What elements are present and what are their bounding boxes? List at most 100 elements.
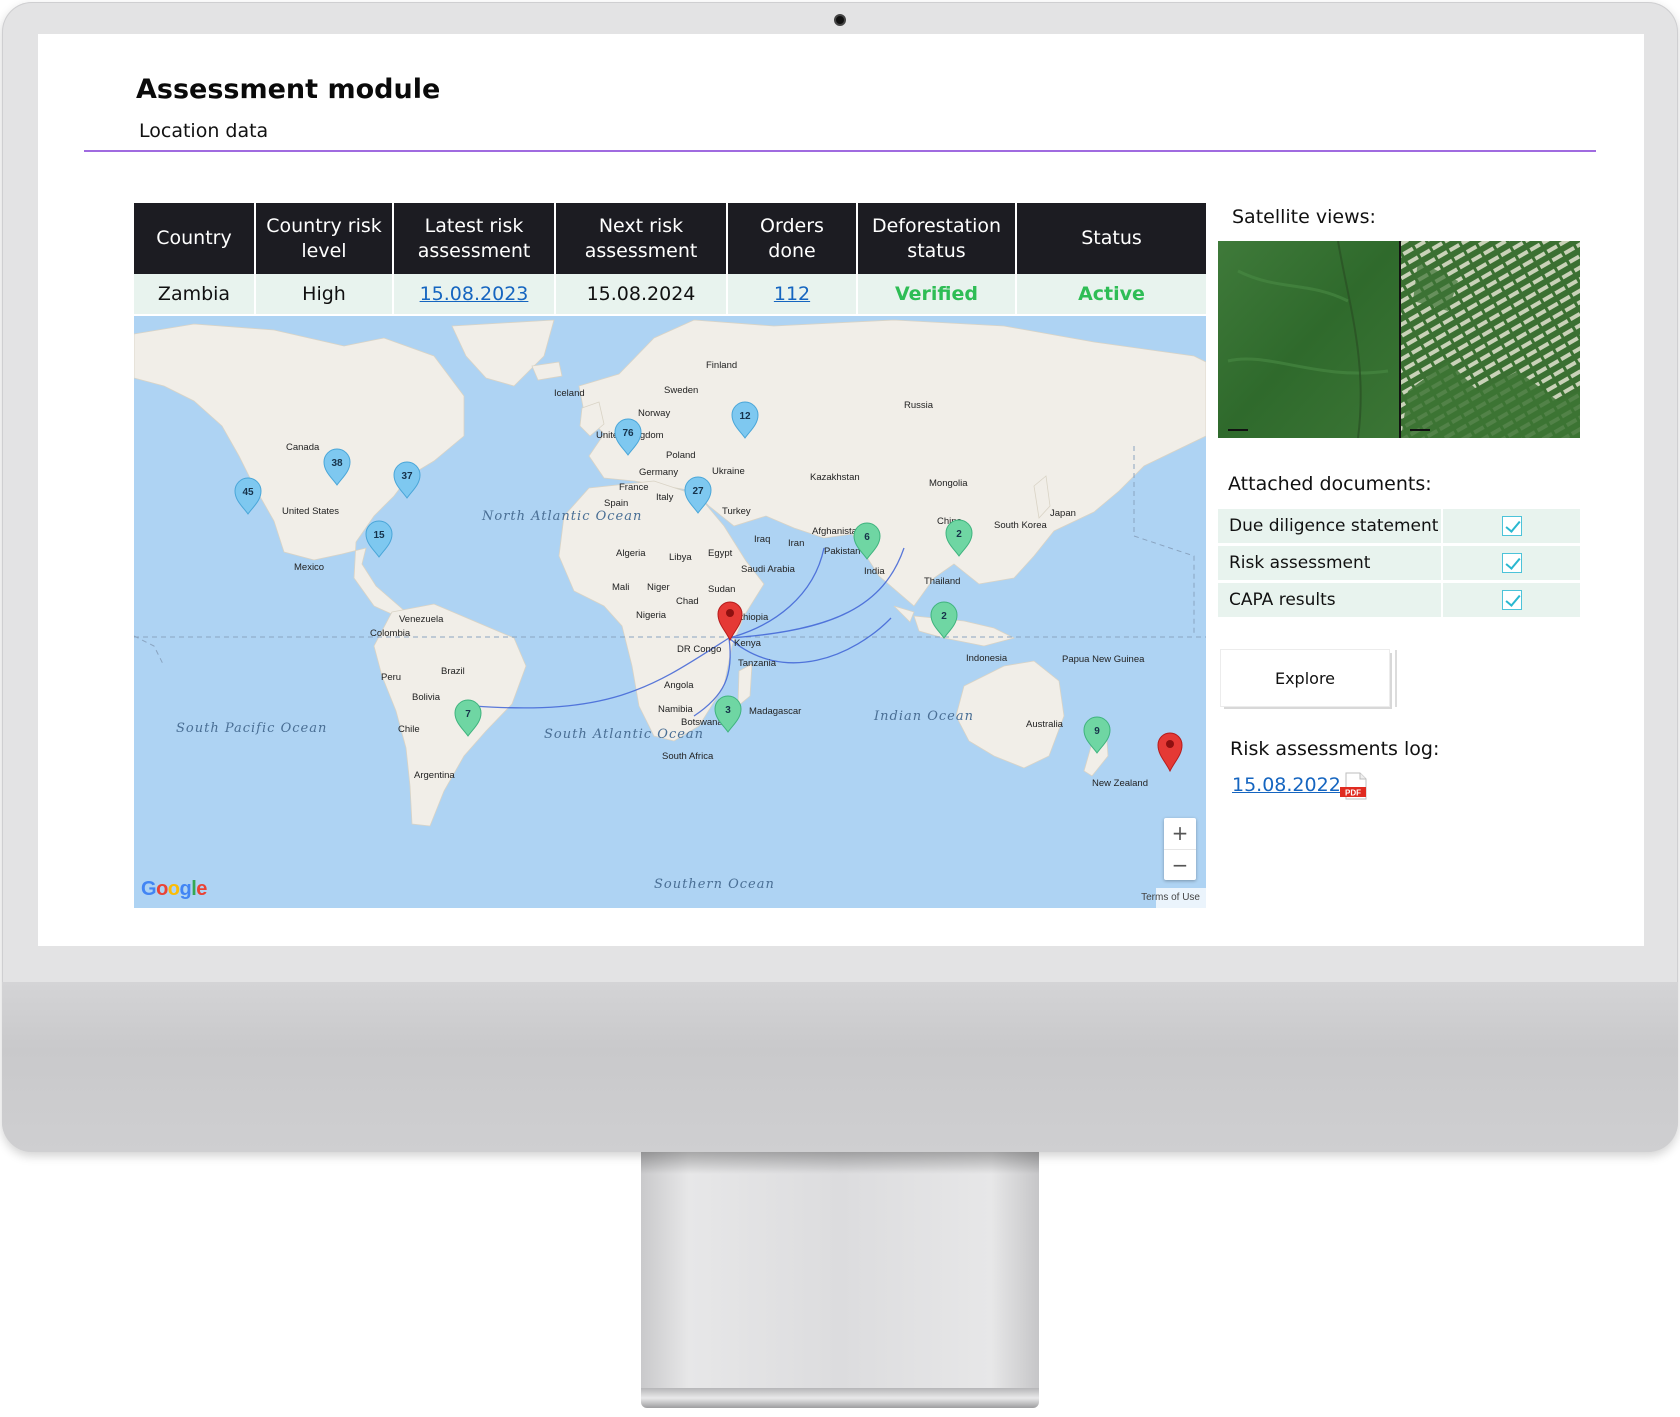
page-title: Assessment module <box>136 74 441 105</box>
map-label: Egypt <box>708 548 733 559</box>
map-label: Tanzania <box>738 658 777 669</box>
column-header-next-assessment: Next risk assessment <box>555 203 728 274</box>
map-label: Brazil <box>441 666 465 677</box>
document-checkbox[interactable] <box>1501 516 1522 536</box>
document-checkbox[interactable] <box>1501 553 1522 573</box>
map-label: Poland <box>666 450 696 461</box>
cluster-count: 12 <box>739 411 751 422</box>
map-ocean-label: North Atlantic Ocean <box>481 509 642 524</box>
cluster-marker[interactable]: 15 <box>365 520 393 558</box>
map-label: Iraq <box>754 534 770 545</box>
document-name: CAPA results <box>1218 583 1443 617</box>
cell-deforestation-status: Verified <box>857 274 1017 314</box>
map-label: Namibia <box>658 704 694 715</box>
screen: Assessment module Location data Country … <box>38 34 1644 946</box>
cell-latest-assessment: 15.08.2023 <box>393 274 556 314</box>
cell-next-assessment: 15.08.2024 <box>555 274 728 314</box>
document-name: Risk assessment <box>1218 546 1443 580</box>
map-label: Turkey <box>722 506 751 517</box>
cell-orders-done: 112 <box>727 274 858 314</box>
table-header-row: Country Country risk level Latest risk a… <box>134 203 1206 274</box>
terms-of-use-link[interactable]: Terms of Use <box>1141 892 1200 903</box>
cluster-marker[interactable]: 37 <box>393 461 421 499</box>
map-label: Mali <box>612 582 629 593</box>
cluster-count: 2 <box>941 611 947 622</box>
map-zoom-control: + − <box>1164 818 1196 880</box>
pdf-badge-label: PDF <box>1345 789 1361 798</box>
cluster-count: 3 <box>725 705 731 716</box>
cluster-count: 76 <box>622 428 634 439</box>
cell-risk-level: High <box>255 274 394 314</box>
column-header-orders-done: Orders done <box>727 203 858 274</box>
satellite-views-label: Satellite views: <box>1232 206 1376 228</box>
map-label: Libya <box>669 552 692 563</box>
map-label: Norway <box>638 408 670 419</box>
attached-documents-label: Attached documents: <box>1228 473 1432 495</box>
map-label: Sudan <box>708 584 735 595</box>
map-label: Madagascar <box>749 706 801 717</box>
map-label: Italy <box>656 492 674 503</box>
cluster-count: 7 <box>465 709 471 720</box>
map-label: Nigeria <box>636 610 667 621</box>
column-header-latest-assessment: Latest risk assessment <box>393 203 556 274</box>
cluster-marker[interactable]: 45 <box>234 477 262 515</box>
monitor-stand <box>641 1152 1039 1400</box>
world-map[interactable]: Finland Sweden Iceland Norway Russia Uni… <box>134 316 1206 908</box>
map-label: Pakistan <box>824 546 860 557</box>
map-label: Algeria <box>616 548 646 559</box>
risk-log-label: Risk assessments log: <box>1230 738 1440 760</box>
column-header-deforestation-status: Deforestation status <box>857 203 1017 274</box>
explore-button[interactable]: Explore <box>1220 649 1397 707</box>
map-label: Japan <box>1050 508 1076 519</box>
map-label: Chad <box>676 596 699 607</box>
table-row: Zambia High 15.08.2023 15.08.2024 112 Ve… <box>134 274 1206 314</box>
cluster-count: 2 <box>956 529 962 540</box>
satellite-image[interactable] <box>1218 241 1580 438</box>
map-canvas: Finland Sweden Iceland Norway Russia Uni… <box>134 319 1206 892</box>
page-subtitle: Location data <box>139 120 269 142</box>
map-ocean-label: Indian Ocean <box>873 709 974 724</box>
map-label: Indonesia <box>966 653 1008 664</box>
cluster-count: 37 <box>401 471 413 482</box>
location-pin[interactable] <box>1157 732 1183 773</box>
camera-icon <box>834 14 846 26</box>
map-label: South Korea <box>994 520 1048 531</box>
cluster-count: 45 <box>242 487 254 498</box>
map-label: Bolivia <box>412 692 441 703</box>
map-label: Mongolia <box>929 478 968 489</box>
map-label: Russia <box>904 400 934 411</box>
map-label: Chile <box>398 724 420 735</box>
map-label: Spain <box>604 498 628 509</box>
map-ocean-label: Southern Ocean <box>654 877 775 892</box>
orders-done-link[interactable]: 112 <box>774 283 810 305</box>
cluster-count: 27 <box>692 486 704 497</box>
cell-country: Zambia <box>134 274 256 314</box>
status-badge: Active <box>1078 283 1145 305</box>
map-label: DR Congo <box>677 644 721 655</box>
map-label: Australia <box>1026 719 1064 730</box>
cluster-count: 9 <box>1094 726 1100 737</box>
risk-log-entry-link[interactable]: 15.08.2022 <box>1232 774 1341 796</box>
google-logo: Google <box>141 878 207 900</box>
zoom-in-button[interactable]: + <box>1164 818 1196 849</box>
map-label: New Zealand <box>1092 778 1148 789</box>
map-label: Mexico <box>294 562 324 573</box>
pdf-icon[interactable]: PDF <box>1338 772 1370 800</box>
map-label: Sweden <box>664 385 698 396</box>
assessment-table: Country Country risk level Latest risk a… <box>134 203 1206 314</box>
monitor-chin <box>2 982 1678 1152</box>
document-name: Due diligence statement <box>1218 509 1443 543</box>
latest-assessment-link[interactable]: 15.08.2023 <box>420 283 529 305</box>
map-label: Ukraine <box>712 466 745 477</box>
map-label: Papua New Guinea <box>1062 654 1145 665</box>
map-label: Colombia <box>370 628 411 639</box>
map-ocean-label: South Pacific Ocean <box>176 721 327 736</box>
zoom-out-button[interactable]: − <box>1164 849 1196 880</box>
map-label: Angola <box>664 680 694 691</box>
cluster-count: 38 <box>331 458 343 469</box>
cluster-count: 6 <box>864 532 870 543</box>
column-header-country: Country <box>134 203 256 274</box>
column-header-status: Status <box>1016 203 1206 274</box>
deforestation-status-badge: Verified <box>894 283 978 305</box>
document-checkbox[interactable] <box>1501 590 1522 610</box>
